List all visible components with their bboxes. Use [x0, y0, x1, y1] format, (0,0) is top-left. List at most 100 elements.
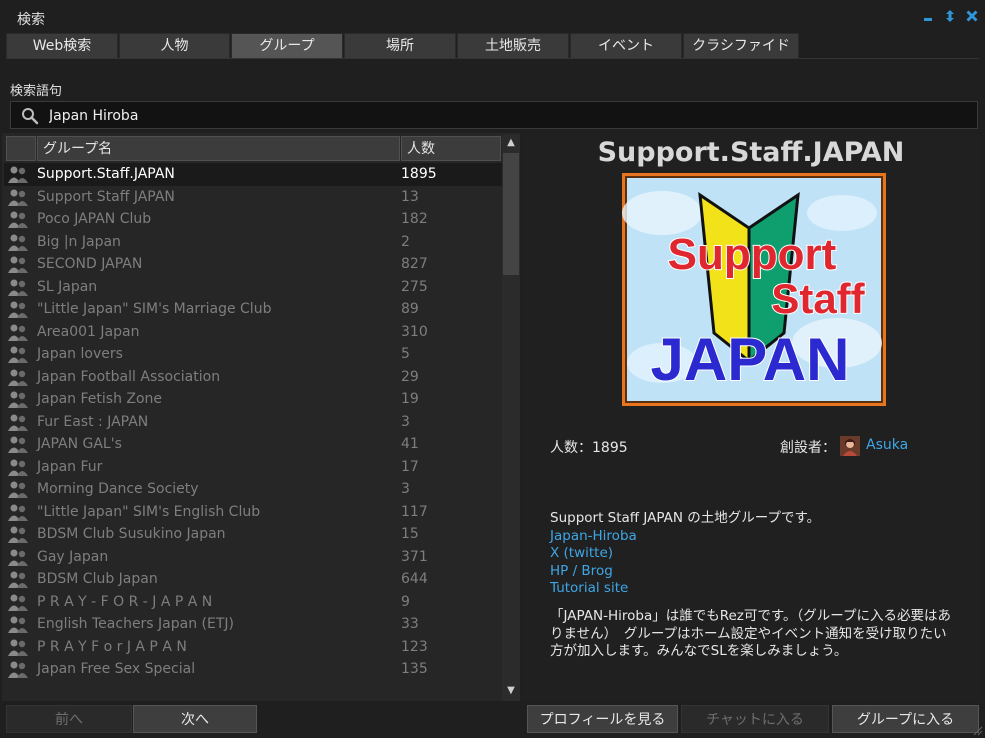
group-name: Support Staff JAPAN	[37, 188, 175, 205]
table-row[interactable]: Poco JAPAN Club 182	[4, 208, 502, 231]
table-row[interactable]: P R A Y F o r J A P A N 123	[4, 636, 502, 659]
tear-off-icon[interactable]	[943, 9, 957, 23]
group-icon	[8, 369, 28, 386]
group-member-count: 371	[401, 548, 428, 565]
table-row[interactable]: English Teachers Japan (ETJ) 33	[4, 613, 502, 636]
group-detail-pane: Support.Staff.JAPAN Support Staff JAPAN …	[522, 133, 980, 701]
scrollbar-thumb[interactable]	[503, 153, 519, 275]
table-row[interactable]: Fur East : JAPAN 3	[4, 411, 502, 434]
table-row[interactable]: Support.Staff.JAPAN 1895	[4, 163, 502, 186]
tab-events[interactable]: イベント	[570, 33, 682, 58]
logo-text-support: Support	[668, 230, 837, 279]
logo-text-japan: JAPAN	[651, 326, 850, 393]
table-row[interactable]: Morning Dance Society 3	[4, 478, 502, 501]
table-row[interactable]: BDSM Club Susukino Japan 15	[4, 523, 502, 546]
tab-web-search[interactable]: Web検索	[6, 33, 118, 58]
table-row[interactable]: Area001 Japan 310	[4, 321, 502, 344]
group-name: "Little Japan" SIM's Marriage Club	[37, 301, 272, 318]
group-logo: Support Staff JAPAN	[622, 173, 886, 406]
results-pane: グループ名 人数 Support.Staff.JAPAN 1895 Support …	[2, 133, 520, 701]
group-icon	[8, 256, 28, 274]
title-bar[interactable]: 検索	[0, 0, 985, 34]
group-member-count: 33	[401, 616, 419, 633]
resize-handle-icon[interactable]	[973, 726, 983, 736]
window-controls	[921, 9, 979, 23]
close-icon[interactable]	[965, 9, 979, 23]
group-member-count: 1895	[401, 166, 437, 183]
table-row[interactable]: "Little Japan" SIM's English Club 117	[4, 501, 502, 524]
logo-text-staff: Staff	[771, 275, 865, 322]
group-member-count: 2	[401, 233, 410, 250]
group-name: Morning Dance Society	[37, 481, 199, 498]
group-member-count: 17	[401, 458, 419, 475]
group-member-count: 3	[401, 481, 410, 498]
group-member-count: 117	[401, 503, 428, 520]
table-row[interactable]: Japan Fur 17	[4, 456, 502, 479]
minimize-icon[interactable]	[921, 9, 935, 23]
table-row[interactable]: Gay Japan 371	[4, 546, 502, 569]
search-box[interactable]	[10, 101, 978, 129]
table-row[interactable]: Big |n Japan 2	[4, 231, 502, 254]
join-group-button[interactable]: グループに入る	[832, 705, 979, 733]
group-icon	[8, 616, 28, 634]
group-icon	[8, 481, 28, 499]
join-chat-button[interactable]: チャットに入る	[681, 705, 829, 733]
table-row[interactable]: JAPAN GAL's 41	[4, 433, 502, 456]
group-name-column-header[interactable]: グループ名	[37, 136, 400, 161]
results-list: Support.Staff.JAPAN 1895 Support Staff JAP…	[4, 163, 502, 701]
table-row[interactable]: SECOND JAPAN 827	[4, 253, 502, 276]
group-member-count: 3	[401, 413, 410, 430]
view-profile-button[interactable]: プロフィールを見る	[527, 705, 678, 733]
group-name: SL Japan	[37, 278, 98, 295]
prev-page-button[interactable]: 前へ	[6, 705, 132, 733]
table-row[interactable]: "Little Japan" SIM's Marriage Club 89	[4, 298, 502, 321]
table-row[interactable]: BDSM Club Japan 644	[4, 568, 502, 591]
tab-people[interactable]: 人物	[119, 33, 230, 58]
group-member-count: 310	[401, 323, 428, 340]
table-row[interactable]: Japan Fetish Zone 19	[4, 388, 502, 411]
group-member-count: 644	[401, 571, 428, 588]
link-tutorial-site[interactable]: Tutorial site	[550, 580, 960, 598]
founder-avatar[interactable]	[840, 436, 860, 456]
group-name: SECOND JAPAN	[37, 256, 143, 273]
table-row[interactable]: Japan Free Sex Special 135	[4, 658, 502, 681]
group-icon	[8, 549, 28, 566]
group-icon	[8, 594, 28, 611]
group-name: Japan Fur	[37, 458, 103, 475]
table-row[interactable]: SL Japan 275	[4, 276, 502, 299]
member-count-column-header[interactable]: 人数	[401, 136, 501, 161]
group-icon	[8, 436, 28, 454]
group-name: Big |n Japan	[37, 233, 121, 250]
table-row[interactable]: Support Staff JAPAN 13	[4, 186, 502, 209]
group-member-count: 123	[401, 638, 428, 655]
search-input[interactable]	[47, 105, 951, 127]
group-icon	[8, 346, 28, 364]
scroll-up-icon[interactable]: ▲	[502, 135, 520, 151]
group-member-count: 182	[401, 211, 428, 228]
group-title: Support.Staff.JAPAN	[597, 137, 905, 168]
tab-land-sales[interactable]: 土地販売	[457, 33, 569, 58]
scroll-down-icon[interactable]: ▼	[502, 683, 520, 699]
group-icon	[8, 459, 28, 476]
table-row[interactable]: P R A Y - F O R - J A P A N 9	[4, 591, 502, 614]
group-icon	[8, 571, 28, 589]
group-icon	[8, 301, 28, 319]
link-hp-blog[interactable]: HP / Brog	[550, 563, 960, 581]
group-member-count: 827	[401, 256, 428, 273]
founder-name-link[interactable]: Asuka	[866, 437, 908, 453]
table-row[interactable]: Japan Football Association 29	[4, 366, 502, 389]
tab-places[interactable]: 場所	[344, 33, 456, 58]
group-icon	[8, 639, 28, 656]
tab-groups[interactable]: グループ	[231, 33, 343, 58]
tab-classifieds[interactable]: クラシファイド	[683, 33, 799, 58]
link-x-twitter[interactable]: X (twitte)	[550, 545, 960, 563]
group-icon	[8, 166, 28, 184]
link-japan-hiroba[interactable]: Japan-Hiroba	[550, 528, 960, 546]
group-icon	[8, 526, 28, 544]
group-member-count: 89	[401, 301, 419, 318]
founder-label: 創設者：	[780, 440, 836, 456]
next-page-button[interactable]: 次へ	[133, 705, 257, 733]
table-row[interactable]: Japan lovers 5	[4, 343, 502, 366]
icon-column-header[interactable]	[6, 136, 36, 161]
group-description: Support Staff JAPAN の土地グループです。 Japan-Hir…	[550, 510, 960, 661]
